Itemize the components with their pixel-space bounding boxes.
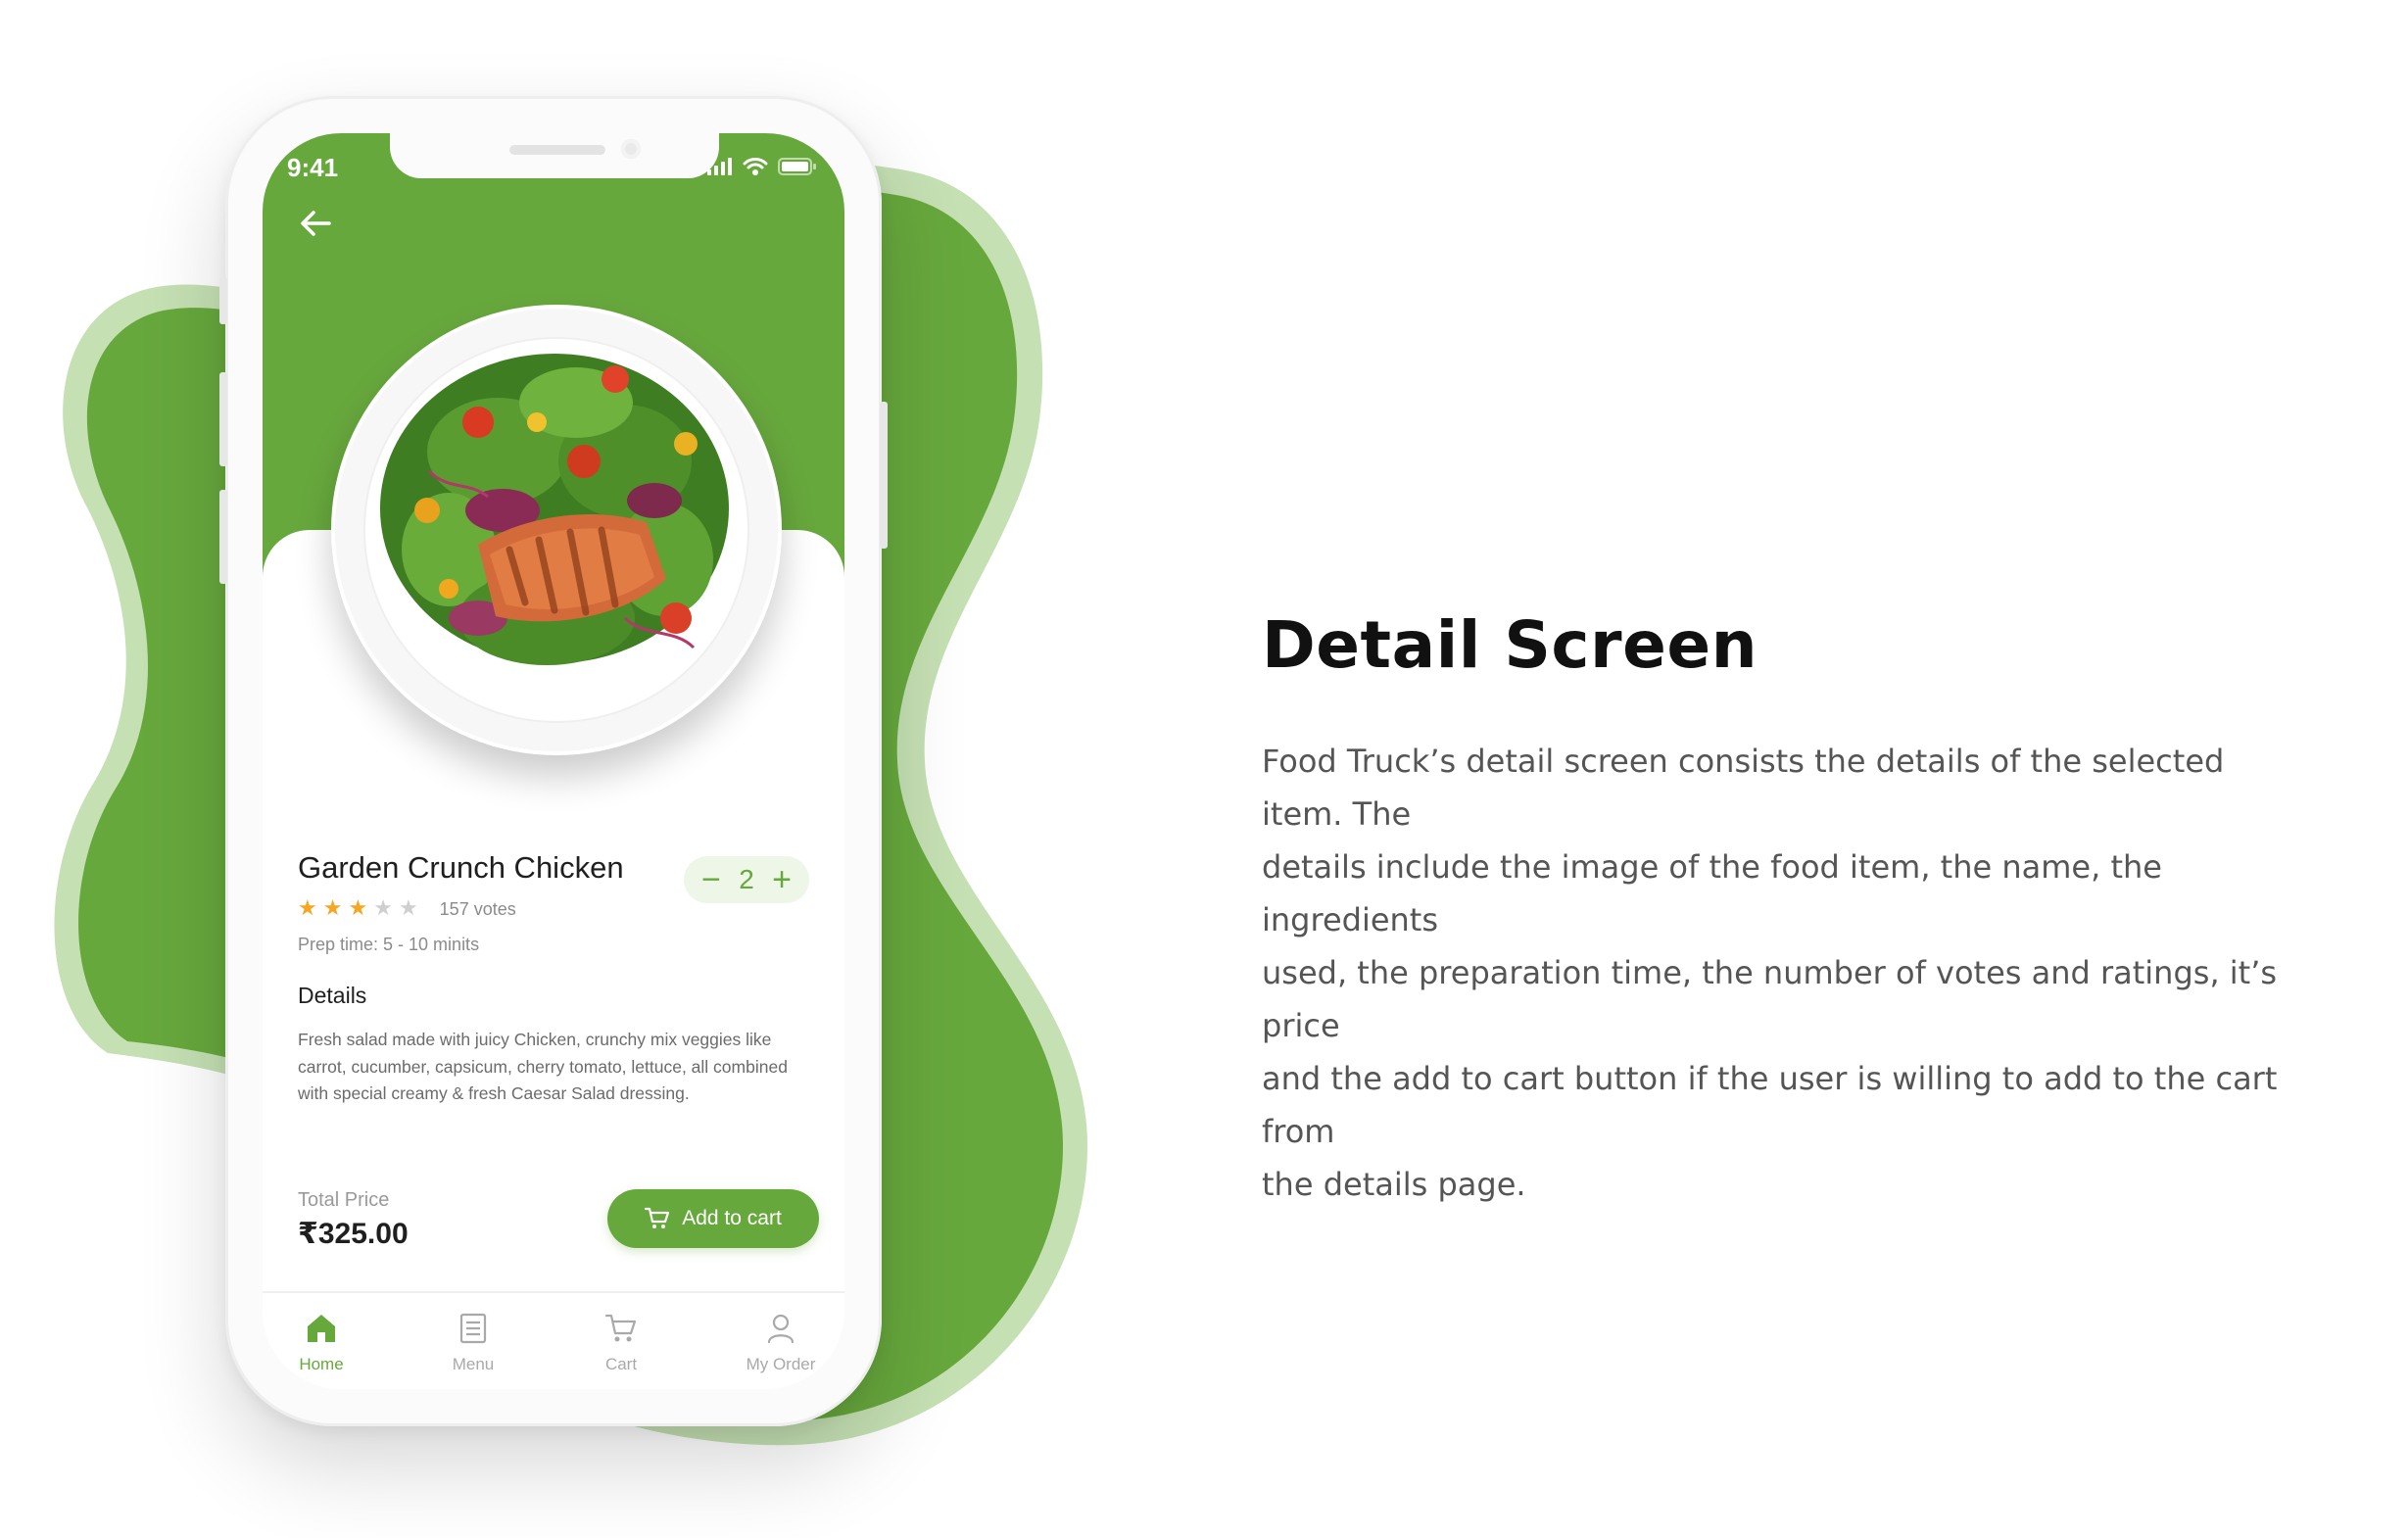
phone-notch <box>390 133 719 178</box>
decrease-button[interactable]: − <box>701 863 721 896</box>
quantity-stepper: − 2 + <box>684 856 809 903</box>
star-icon: ★ <box>348 896 368 921</box>
volume-up-button <box>219 372 227 466</box>
tab-label: Cart <box>604 1355 638 1373</box>
tab-label: Home <box>299 1355 344 1373</box>
quantity-value: 2 <box>739 864 754 894</box>
description-line: used, the preparation time, the number o… <box>1262 954 2278 1044</box>
tab-cart[interactable]: Cart <box>567 1313 675 1374</box>
bottom-tab-bar: Home Menu Cart My Order <box>263 1291 844 1389</box>
description-line: Food Truck’s detail screen consists the … <box>1262 743 2225 833</box>
status-icons <box>707 157 817 176</box>
votes-count: 157 votes <box>439 898 516 919</box>
user-icon <box>767 1314 795 1344</box>
battery-icon <box>778 158 816 175</box>
signal-icon <box>707 158 732 175</box>
star-icon: ★ <box>322 896 343 921</box>
salad-illustration <box>335 309 778 751</box>
front-camera <box>621 139 641 159</box>
showcase-title: Detail Screen <box>1262 607 1758 683</box>
total-price-label: Total Price <box>298 1189 390 1211</box>
cart-icon <box>604 1314 637 1342</box>
tab-home[interactable]: Home <box>267 1313 375 1374</box>
details-heading: Details <box>298 983 367 1008</box>
app-screen: 9:41 Garden Crunch Chicken ★ ★ ★ ★ ★ 157… <box>263 133 844 1389</box>
increase-button[interactable]: + <box>772 863 792 896</box>
description-line: the details page. <box>1262 1166 1526 1203</box>
tab-label: My Order <box>746 1355 816 1373</box>
add-to-cart-button[interactable]: Add to cart <box>607 1189 819 1248</box>
prep-time: Prep time: 5 - 10 minits <box>298 935 480 954</box>
showcase-description: Food Truck’s detail screen consists the … <box>1262 735 2290 1211</box>
status-time: 9:41 <box>287 153 339 182</box>
cart-icon <box>645 1207 670 1228</box>
speaker-grill <box>509 145 605 155</box>
phone-mockup: 9:41 Garden Crunch Chicken ★ ★ ★ ★ ★ 157… <box>219 96 888 1426</box>
add-to-cart-label: Add to cart <box>682 1207 782 1229</box>
home-icon <box>308 1315 335 1342</box>
star-icon: ★ <box>298 896 317 921</box>
volume-down-button <box>219 490 227 584</box>
tab-label: Menu <box>452 1355 495 1373</box>
menu-icon <box>459 1313 487 1344</box>
description-line: details include the image of the food it… <box>1262 848 2162 938</box>
power-button <box>880 402 888 549</box>
wifi-icon <box>743 158 768 175</box>
rating-row: ★ ★ ★ ★ ★ 157 votes <box>298 898 516 920</box>
food-image <box>331 305 782 755</box>
star-empty-icon: ★ <box>373 896 393 921</box>
tab-menu[interactable]: Menu <box>419 1313 527 1374</box>
product-name: Garden Crunch Chicken <box>298 850 624 885</box>
description-line: and the add to cart button if the user i… <box>1262 1060 2278 1150</box>
star-empty-icon: ★ <box>398 896 418 921</box>
total-price-value: ₹325.00 <box>298 1218 409 1250</box>
tab-my-order[interactable]: My Order <box>727 1313 835 1374</box>
back-arrow-icon[interactable] <box>296 204 335 243</box>
mute-switch <box>219 277 227 324</box>
details-description: Fresh salad made with juicy Chicken, cru… <box>298 1030 788 1103</box>
